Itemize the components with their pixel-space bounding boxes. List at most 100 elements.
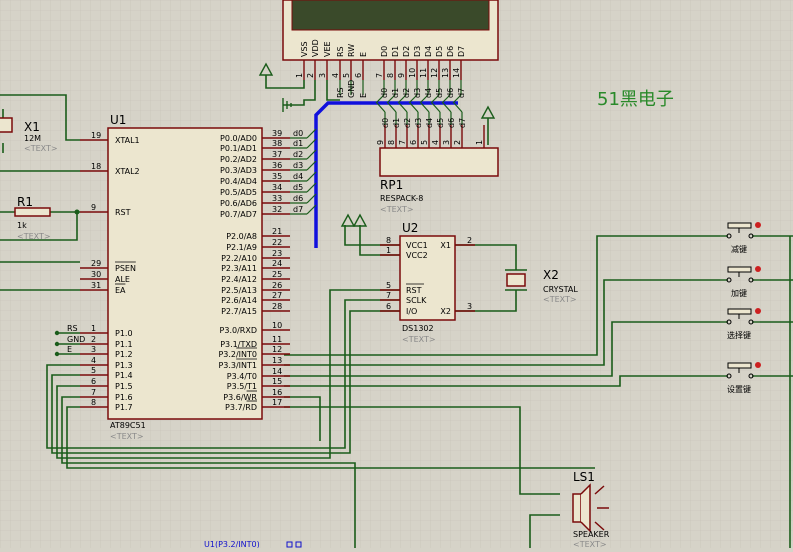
u1-pin-number: 22 xyxy=(272,238,282,247)
u1-pin-number: 38 xyxy=(272,139,282,148)
u1-pin-number: 28 xyxy=(272,302,282,311)
u1-pin-number: 10 xyxy=(272,321,282,330)
rp1-ref: RP1 xyxy=(380,178,403,192)
lcd-pin-label: D5 xyxy=(435,46,444,57)
u2-pin-number: 7 xyxy=(386,291,391,300)
u1-pin-number: 25 xyxy=(272,270,282,279)
u1-pin-label: P1.5 xyxy=(115,382,133,391)
rp1-pin-number: 3 xyxy=(442,140,451,145)
rp1-part: RESPACK-8 xyxy=(380,194,423,203)
u1-pin-number: 4 xyxy=(91,356,96,365)
u1-pin-number: 35 xyxy=(272,172,282,181)
u1-pin-number: 27 xyxy=(272,291,282,300)
u1-pin-label: P1.6 xyxy=(115,393,133,402)
button-label: 设置键 xyxy=(727,384,751,394)
u1-pin-label: XTAL1 xyxy=(115,136,140,145)
u1-pin-label: P1.0 xyxy=(115,329,133,338)
u1-pin-label: P2.1/A9 xyxy=(226,243,257,252)
button-state-indicator xyxy=(755,266,761,272)
lcd-pin-number: 5 xyxy=(342,73,351,78)
button-cap xyxy=(727,362,752,369)
u2-pin-number: 6 xyxy=(386,302,391,311)
button-label: 减键 xyxy=(731,244,747,254)
rp1-net-label: d7 xyxy=(458,118,467,128)
rp1-pin-number: 4 xyxy=(431,140,440,145)
u1-pin-label: P1.4 xyxy=(115,371,133,380)
lcd-pin-label: VDD xyxy=(311,39,320,57)
net-label: d0 xyxy=(293,129,303,138)
u1-pin-label: P2.6/A14 xyxy=(221,296,257,305)
x1-placeholder: <TEXT> xyxy=(24,144,58,153)
u1-pin-label: P1.1 xyxy=(115,340,133,349)
net-label: GND xyxy=(67,335,85,344)
u1-pin-number: 17 xyxy=(272,398,282,407)
u1-right-pins: 39 P0.0/AD0 38 P0.1/AD1 37 P0.2/AD2 36 P0.3/AD3… xyxy=(218,129,290,412)
u2-pin-label: SCLK xyxy=(406,296,427,305)
u1-pin-label: P3.3/INT1 xyxy=(218,361,257,370)
junction-dot xyxy=(54,351,60,357)
probe-label[interactable]: U1(P3.2/INT0) xyxy=(204,540,260,549)
lcd-pin-label: E xyxy=(359,52,368,57)
rp1-pin-number: 2 xyxy=(453,140,462,145)
u2-pin-number: 2 xyxy=(467,236,472,245)
u2-pin-label: RST xyxy=(406,286,422,295)
rp1-net-label: d5 xyxy=(436,118,445,128)
rp1-net-label: d0 xyxy=(381,118,390,128)
rp1-net-label: d6 xyxy=(447,118,456,128)
u2-pin-label: I/O xyxy=(406,307,417,316)
lcd-net-label: d0 xyxy=(380,88,389,98)
button-state-indicator xyxy=(755,362,761,368)
lcd-pin-number: 11 xyxy=(419,68,428,78)
u2-pin-label: VCC2 xyxy=(406,251,428,260)
rp1-net-label: d1 xyxy=(392,118,401,128)
rp1-pin-number: 8 xyxy=(387,140,396,145)
rp1-net-label: d3 xyxy=(414,118,423,128)
u1-pin-number: 19 xyxy=(91,131,101,140)
u1-pin-label: P0.1/AD1 xyxy=(220,144,257,153)
lcd-net-label: d2 xyxy=(402,88,411,98)
u1-pin-label: P3.4/T0 xyxy=(227,372,257,381)
junction-dot xyxy=(54,341,60,347)
u1-pin-number: 21 xyxy=(272,227,282,236)
net-label: d7 xyxy=(293,205,303,214)
u1-pin-number: 1 xyxy=(91,324,96,333)
ls1-placeholder: <TEXT> xyxy=(573,540,607,548)
u1-pin-label: P1.7 xyxy=(115,403,133,412)
x1-ref: X1 xyxy=(24,120,40,134)
lcd-net-label: d7 xyxy=(457,88,466,98)
u1-pin-label: XTAL2 xyxy=(115,167,140,176)
r1-placeholder: <TEXT> xyxy=(17,232,51,241)
r1-value: 1k xyxy=(17,221,27,230)
u1-pin-label: P2.2/A10 xyxy=(221,254,257,263)
lcd-net-label: E xyxy=(359,93,368,98)
u1-right-net-labels: d0d1 d2 d3 d4 d5 d6 d7 xyxy=(293,129,303,214)
lcd-pin-label: D7 xyxy=(457,46,466,57)
lcd-pin-label: VEE xyxy=(323,41,332,57)
u1-pin-number: 9 xyxy=(91,203,96,212)
lcd-pin-number: 9 xyxy=(397,73,406,78)
lcd-pin-number: 6 xyxy=(354,73,363,78)
u2-pin-number: 3 xyxy=(467,302,472,311)
lcd-pin-label: D4 xyxy=(424,46,433,57)
net-label: d4 xyxy=(293,172,303,181)
lcd-pin-label: D1 xyxy=(391,46,400,57)
lcd-net-label: d4 xyxy=(424,88,433,98)
u1-pin-label: P3.5/T1 xyxy=(227,382,257,391)
u1-pin-number: 18 xyxy=(91,162,101,171)
lcd-pin-number: 4 xyxy=(331,73,340,78)
schematic-canvas[interactable]: VSS 1 VDD 2 VEE 3 RS 4 RW 5 E 6 D0 7 D1 8 D2 9 D3 10 D4 11 D5 1… xyxy=(0,0,793,549)
button-cap xyxy=(727,308,752,315)
u1-pin-number: 13 xyxy=(272,356,282,365)
net-label: d6 xyxy=(293,194,303,203)
lcd-pin-label: D2 xyxy=(402,46,411,57)
schematic-svg[interactable]: VSS1VDD2VEE3RS4RW5E6D07D18D29D310D411D51… xyxy=(0,0,793,549)
u1-pin-label: P2.4/A12 xyxy=(221,275,257,284)
lcd-pin-number: 7 xyxy=(375,73,384,78)
lcd-net-label: RS xyxy=(336,87,345,98)
net-label: d2 xyxy=(293,150,303,159)
u1-pin-number: 15 xyxy=(272,377,282,386)
brand-text: 51黑电子 xyxy=(597,89,674,110)
u1-pin-label: P0.2/AD2 xyxy=(220,155,257,164)
u2-pin-number: 8 xyxy=(386,236,391,245)
u1-pin-number: 2 xyxy=(91,335,96,344)
